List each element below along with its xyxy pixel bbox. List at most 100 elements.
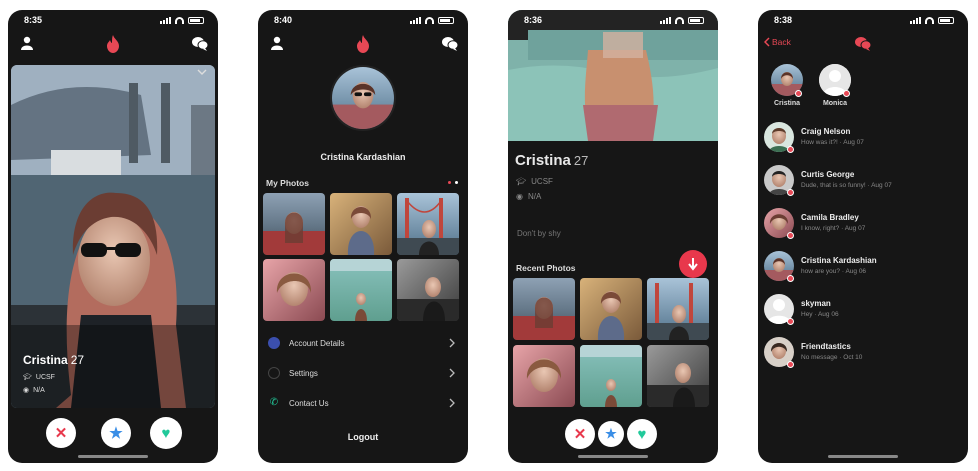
card-location-row: ◉ N/A (23, 386, 45, 395)
phone-profile-detail-screen: 8:36 Cristina 27 🎓︎ UCSF ◉ N/A Don't by s… (508, 10, 718, 463)
menu-account-details[interactable]: Account Details (266, 331, 460, 355)
avatar-photo (332, 67, 394, 129)
card-name-row: Cristina 27 (23, 353, 84, 367)
battery-icon (438, 16, 454, 24)
conversation-row[interactable]: Curtis George Dude, that is so funny! · … (764, 162, 962, 202)
home-indicator (78, 455, 148, 458)
my-photo-3[interactable] (397, 193, 459, 255)
menu-label: Contact Us (289, 398, 329, 408)
home-indicator (578, 455, 648, 458)
conversation-preview: How was it?! · Aug 07 (801, 139, 864, 146)
detail-school: UCSF (531, 177, 553, 186)
dislike-button[interactable]: ✕ (565, 419, 595, 449)
chat-bubbles-icon[interactable] (442, 36, 458, 51)
like-button[interactable]: ♥ (150, 417, 182, 449)
chevron-right-icon (449, 338, 455, 348)
school-icon: 🎓︎ (23, 374, 32, 381)
conversation-name: Curtis George (801, 170, 855, 179)
chevron-down-icon[interactable] (197, 69, 207, 76)
card-name: Cristina (23, 353, 68, 367)
my-photos-title: My Photos (266, 178, 309, 188)
signal-icon (160, 16, 171, 24)
person-icon (268, 337, 280, 349)
heart-icon: ♥ (637, 425, 647, 443)
recent-photo-3[interactable] (647, 278, 709, 340)
conversation-row[interactable]: Craig Nelson How was it?! · Aug 07 (764, 119, 962, 159)
conversation-row[interactable]: skyman Hey · Aug 06 (764, 291, 962, 331)
match-item[interactable]: Monica (817, 64, 853, 107)
conversation-name: Cristina Kardashian (801, 256, 877, 265)
dislike-button[interactable]: ✕ (46, 418, 76, 448)
status-bar: 8:36 (508, 10, 718, 30)
conversation-name: Camila Bradley (801, 213, 859, 222)
detail-location: N/A (527, 192, 542, 201)
conversation-preview: Hey · Aug 06 (801, 311, 839, 318)
location-pin-icon: ◉ (516, 192, 523, 201)
collapse-down-button[interactable] (679, 250, 707, 278)
battery-icon (688, 16, 704, 24)
star-icon: ★ (109, 425, 123, 442)
conversation-preview: Dude, that is so funny! · Aug 07 (801, 182, 892, 189)
match-name: Cristina (773, 100, 801, 107)
status-time: 8:35 (24, 15, 43, 25)
phone-profile-screen: 8:40 Cristina Kardashian My Photos Accou… (258, 10, 468, 463)
back-label: Back (772, 37, 791, 47)
status-icons (910, 16, 954, 24)
chat-bubbles-icon[interactable] (192, 36, 208, 51)
my-photo-6[interactable] (397, 259, 459, 321)
page-dots[interactable] (448, 181, 458, 184)
my-photo-5[interactable] (330, 259, 392, 321)
close-icon: ✕ (573, 426, 587, 443)
back-button[interactable]: Back (764, 37, 791, 47)
star-icon: ★ (605, 426, 617, 441)
recent-photo-6[interactable] (647, 345, 709, 407)
unread-badge (787, 146, 794, 153)
detail-location-row: ◉ N/A (516, 192, 541, 201)
recent-photo-5[interactable] (580, 345, 642, 407)
status-bar: 8:35 (8, 10, 218, 30)
conversation-row[interactable]: Friendtastics No message · Oct 10 (764, 334, 962, 374)
profile-card[interactable]: Cristina 27 🎓︎ UCSF ◉ N/A (11, 65, 215, 408)
status-icons (660, 16, 704, 24)
conversation-name: Friendtastics (801, 342, 851, 351)
conversation-preview: I know, right? · Aug 07 (801, 225, 866, 232)
match-item[interactable]: Cristina (769, 64, 805, 107)
menu-settings[interactable]: Settings (266, 361, 460, 385)
app-screens: 8:35 Cristina 27 🎓︎ UCSF ◉ N/A ✕ ★ ♥ 8:4… (0, 0, 978, 471)
recent-photo-2[interactable] (580, 278, 642, 340)
card-age: 27 (70, 353, 85, 367)
location-pin-icon: ◉ (23, 387, 30, 394)
menu-contact-us[interactable]: ✆ Contact Us (266, 391, 460, 415)
recent-photo-4[interactable] (513, 345, 575, 407)
recent-photo-1[interactable] (513, 278, 575, 340)
phone-swipe-screen: 8:35 Cristina 27 🎓︎ UCSF ◉ N/A ✕ ★ ♥ (8, 10, 218, 463)
like-button[interactable]: ♥ (627, 419, 657, 449)
wifi-icon (925, 16, 934, 24)
detail-school-row: 🎓︎ UCSF (516, 177, 553, 186)
nav-bar (8, 32, 218, 56)
flame-icon[interactable] (355, 35, 371, 53)
menu-label: Account Details (289, 338, 345, 348)
signal-icon (660, 16, 671, 24)
conversation-row[interactable]: Camila Bradley I know, right? · Aug 07 (764, 205, 962, 245)
chat-bubbles-icon (855, 37, 871, 51)
my-photo-1[interactable] (263, 193, 325, 255)
recent-photos-title: Recent Photos (516, 263, 576, 273)
chevron-left-icon (764, 37, 770, 47)
logout-button[interactable]: Logout (258, 432, 468, 442)
profile-avatar[interactable] (330, 65, 396, 131)
profile-name: Cristina Kardashian (320, 152, 406, 162)
phone-messages-screen: 8:38 Back Cristina Monica Craig Nelson H… (758, 10, 968, 463)
wifi-icon (675, 16, 684, 24)
super-like-button[interactable]: ★ (101, 418, 131, 448)
profile-icon[interactable] (20, 36, 34, 50)
super-like-button[interactable]: ★ (598, 421, 624, 447)
close-icon: ✕ (54, 425, 68, 442)
my-photo-2[interactable] (330, 193, 392, 255)
profile-icon[interactable] (270, 36, 284, 50)
conversation-row[interactable]: Cristina Kardashian how are you? · Aug 0… (764, 248, 962, 288)
flame-icon[interactable] (105, 35, 121, 53)
gear-icon (268, 367, 280, 379)
arrow-down-icon (688, 258, 698, 271)
my-photo-4[interactable] (263, 259, 325, 321)
